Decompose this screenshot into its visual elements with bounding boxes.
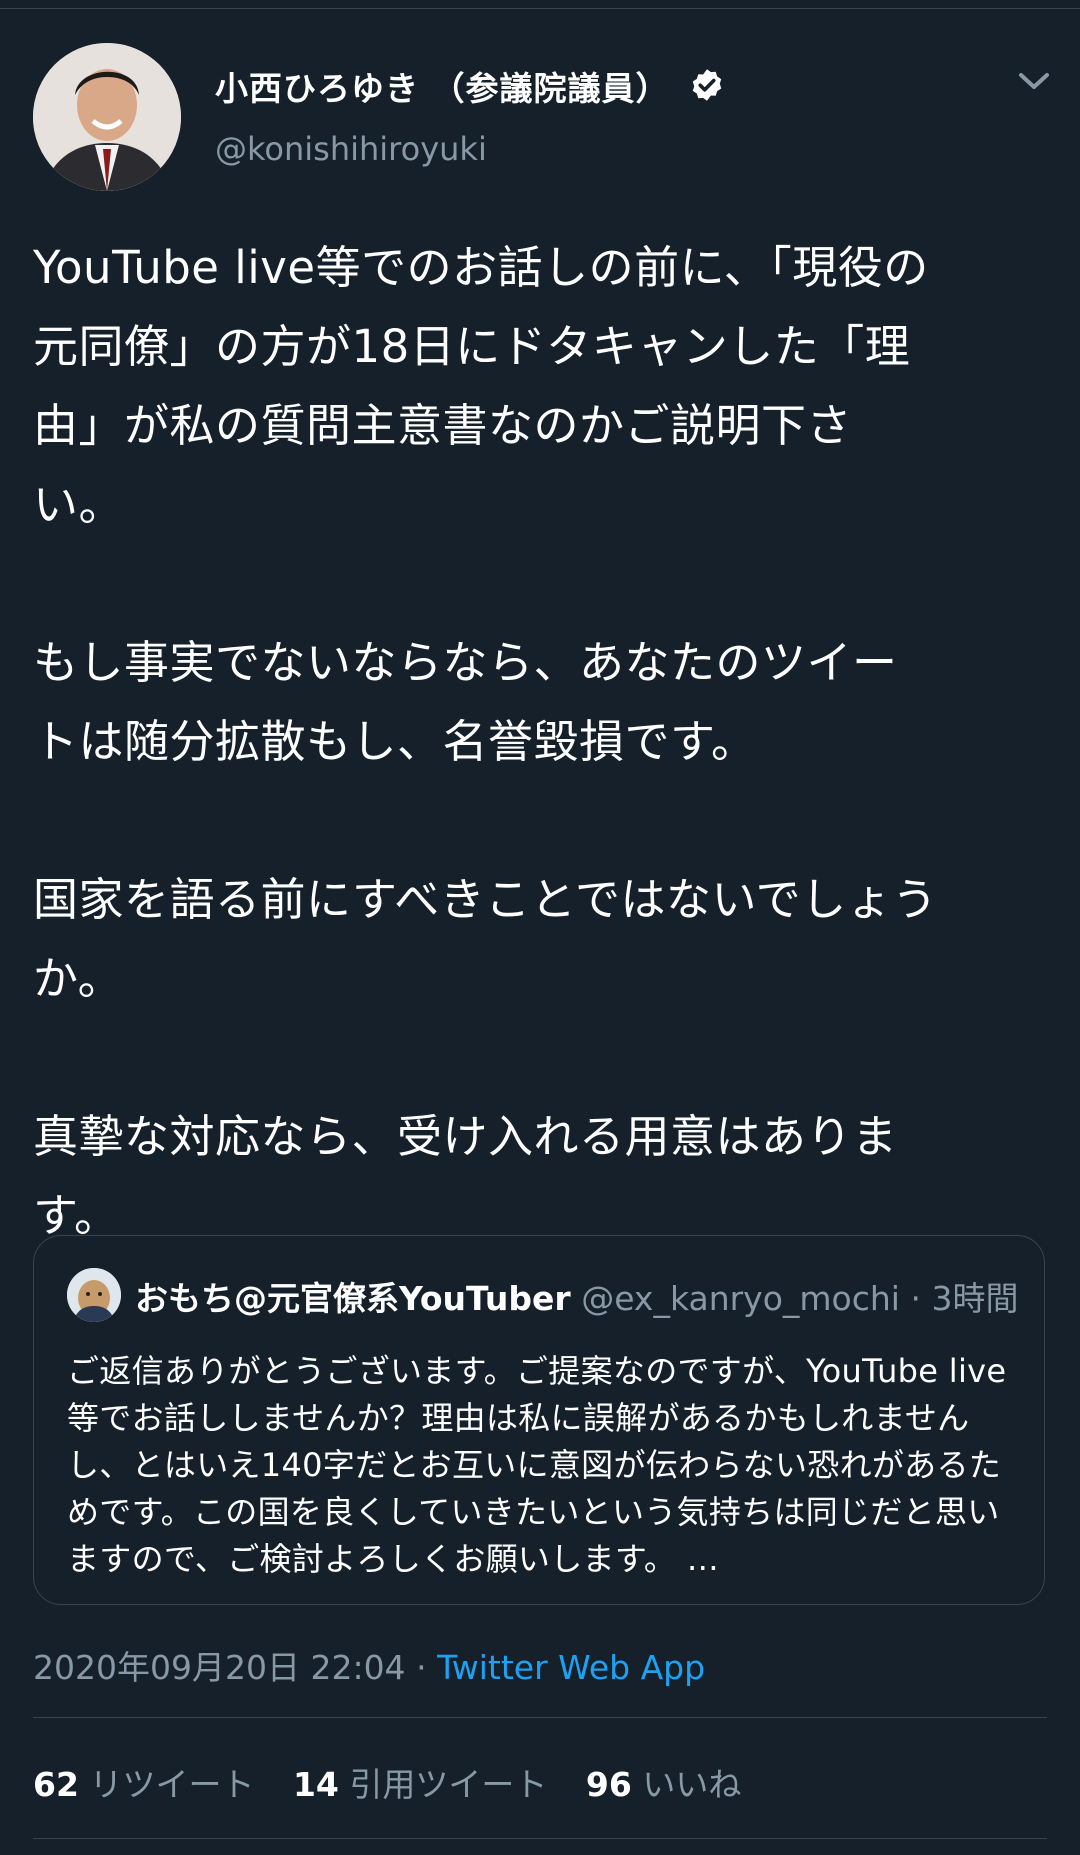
quoted-author-avatar <box>67 1268 121 1322</box>
retweet-count: 62 <box>33 1765 79 1804</box>
meta-separator: · <box>416 1648 427 1687</box>
avatar-photo <box>33 43 181 191</box>
author-handle[interactable]: @konishihiroyuki <box>215 130 487 168</box>
retweets-stat[interactable]: 62 リツイート <box>33 1765 254 1804</box>
tweet-meta: 2020年09月20日 22:04 · Twitter Web App <box>33 1641 705 1689</box>
quoted-tweet-time: · 3時間 <box>910 1279 1019 1318</box>
tweet-source-link[interactable]: Twitter Web App <box>437 1648 705 1687</box>
divider <box>33 1717 1047 1718</box>
quoted-tweet-header: おもち@元官僚系YouTuber @ex_kanryo_mochi · 3時間 <box>135 1272 1018 1320</box>
tweet-timestamp[interactable]: 2020年09月20日 22:04 <box>33 1648 406 1687</box>
likes-stat[interactable]: 96 いいね <box>586 1765 741 1804</box>
tweet-text: YouTube live等でのお話しの前に、「現役の 元同僚」の方が18日にドタ… <box>33 241 938 1242</box>
quoted-tweet-text: ご返信ありがとうございます。ご提案なのですが、YouTube live等でお話し… <box>67 1352 1007 1578</box>
avatar-photo <box>67 1268 121 1322</box>
author-avatar[interactable] <box>33 43 181 191</box>
quote-count: 14 <box>292 1765 339 1804</box>
divider <box>33 1838 1047 1839</box>
quote-label: 引用ツイート <box>349 1765 548 1804</box>
tweet-stats: 62 リツイート 14 引用ツイート 96 いいね <box>33 1758 741 1806</box>
verified-badge-icon <box>692 69 722 101</box>
quoted-author-handle: @ex_kanryo_mochi <box>581 1279 900 1318</box>
top-divider <box>0 8 1080 9</box>
author-display-name[interactable]: 小西ひろゆき （参議院議員） <box>215 62 670 110</box>
chevron-down-icon[interactable] <box>1017 70 1051 92</box>
quotes-stat[interactable]: 14 引用ツイート <box>293 1765 547 1804</box>
quoted-author-name: おもち@元官僚系YouTuber <box>135 1279 571 1318</box>
quoted-tweet-card[interactable]: おもち@元官僚系YouTuber @ex_kanryo_mochi · 3時間 … <box>33 1235 1045 1605</box>
like-label: いいね <box>642 1765 742 1804</box>
retweet-label: リツイート <box>89 1765 255 1804</box>
like-count: 96 <box>585 1765 632 1804</box>
